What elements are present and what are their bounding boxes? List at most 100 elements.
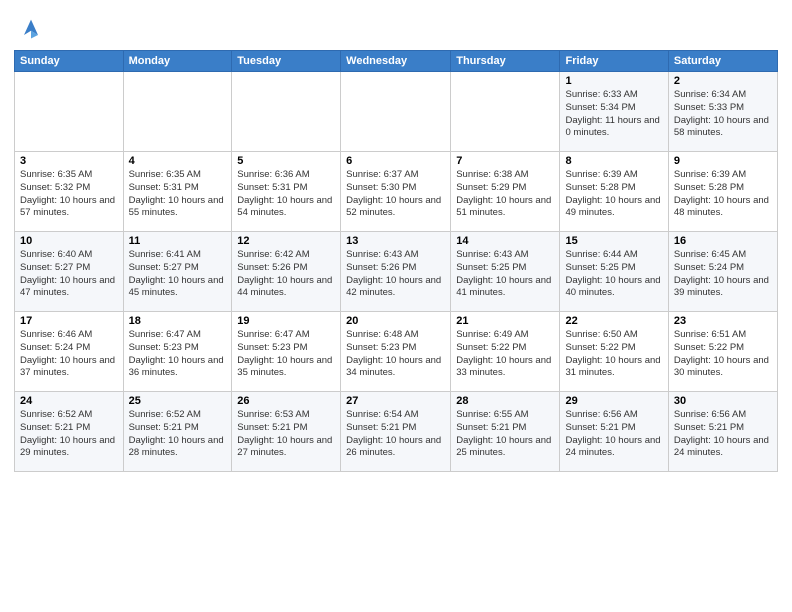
- day-info: Sunrise: 6:40 AMSunset: 5:27 PMDaylight:…: [20, 249, 118, 300]
- logo-icon: [17, 14, 45, 42]
- day-number: 20: [346, 315, 445, 327]
- day-number: 9: [674, 155, 772, 167]
- logo: [14, 14, 45, 42]
- calendar-cell-w4d1: 25Sunrise: 6:52 AMSunset: 5:21 PMDayligh…: [123, 392, 232, 472]
- calendar-cell-w0d5: 1 Sunrise: 6:33 AMSunset: 5:34 PMDaylight…: [560, 72, 668, 152]
- day-info: Sunrise: 6:38 AMSunset: 5:29 PMDaylight:…: [456, 169, 554, 220]
- day-number: 21: [456, 315, 554, 327]
- day-info: Sunrise: 6:37 AMSunset: 5:30 PMDaylight:…: [346, 169, 445, 220]
- day-info: Sunrise: 6:47 AMSunset: 5:23 PMDaylight:…: [237, 329, 335, 380]
- week-row-0: 1 Sunrise: 6:33 AMSunset: 5:34 PMDaylight…: [15, 72, 778, 152]
- day-info: Sunrise: 6:53 AMSunset: 5:21 PMDaylight:…: [237, 409, 335, 460]
- week-row-3: 17 Sunrise: 6:46 AMSunset: 5:24 PMDayligh…: [15, 312, 778, 392]
- day-info: Sunrise: 6:51 AMSunset: 5:22 PMDaylight:…: [674, 329, 772, 380]
- calendar-cell-w1d6: 9 Sunrise: 6:39 AMSunset: 5:28 PMDaylight…: [668, 152, 777, 232]
- day-number: 2: [674, 75, 772, 87]
- calendar-cell-w2d1: 11Sunrise: 6:41 AMSunset: 5:27 PMDayligh…: [123, 232, 232, 312]
- day-info: Sunrise: 6:36 AMSunset: 5:31 PMDaylight:…: [237, 169, 335, 220]
- day-number: 18: [129, 315, 227, 327]
- day-number: 26: [237, 395, 335, 407]
- day-info: Sunrise: 6:50 AMSunset: 5:22 PMDaylight:…: [565, 329, 662, 380]
- day-number: 25: [129, 395, 227, 407]
- day-number: 24: [20, 395, 118, 407]
- week-row-2: 10 Sunrise: 6:40 AMSunset: 5:27 PMDayligh…: [15, 232, 778, 312]
- day-info: Sunrise: 6:43 AMSunset: 5:25 PMDaylight:…: [456, 249, 554, 300]
- day-info: Sunrise: 6:49 AMSunset: 5:22 PMDaylight:…: [456, 329, 554, 380]
- calendar-cell-w3d6: 23 Sunrise: 6:51 AMSunset: 5:22 PMDayligh…: [668, 312, 777, 392]
- day-number: 1: [565, 75, 662, 87]
- calendar-cell-w4d5: 29 Sunrise: 6:56 AMSunset: 5:21 PMDayligh…: [560, 392, 668, 472]
- weekday-header-tuesday: Tuesday: [232, 51, 341, 72]
- day-info: Sunrise: 6:56 AMSunset: 5:21 PMDaylight:…: [674, 409, 772, 460]
- weekday-header-monday: Monday: [123, 51, 232, 72]
- day-info: Sunrise: 6:52 AMSunset: 5:21 PMDaylight:…: [20, 409, 118, 460]
- weekday-header-wednesday: Wednesday: [341, 51, 451, 72]
- day-number: 23: [674, 315, 772, 327]
- day-number: 13: [346, 235, 445, 247]
- week-row-1: 3 Sunrise: 6:35 AMSunset: 5:32 PMDaylight…: [15, 152, 778, 232]
- day-number: 10: [20, 235, 118, 247]
- day-info: Sunrise: 6:47 AMSunset: 5:23 PMDaylight:…: [129, 329, 227, 380]
- weekday-header-friday: Friday: [560, 51, 668, 72]
- calendar-cell-w0d3: [341, 72, 451, 152]
- day-info: Sunrise: 6:48 AMSunset: 5:23 PMDaylight:…: [346, 329, 445, 380]
- calendar-cell-w3d5: 22 Sunrise: 6:50 AMSunset: 5:22 PMDayligh…: [560, 312, 668, 392]
- calendar-cell-w3d4: 21 Sunrise: 6:49 AMSunset: 5:22 PMDayligh…: [451, 312, 560, 392]
- calendar-cell-w2d3: 13 Sunrise: 6:43 AMSunset: 5:26 PMDayligh…: [341, 232, 451, 312]
- day-number: 14: [456, 235, 554, 247]
- day-number: 11: [129, 235, 227, 247]
- calendar-cell-w1d2: 5 Sunrise: 6:36 AMSunset: 5:31 PMDaylight…: [232, 152, 341, 232]
- page: SundayMondayTuesdayWednesdayThursdayFrid…: [0, 0, 792, 612]
- day-info: Sunrise: 6:35 AMSunset: 5:32 PMDaylight:…: [20, 169, 118, 220]
- calendar-cell-w4d6: 30Sunrise: 6:56 AMSunset: 5:21 PMDayligh…: [668, 392, 777, 472]
- day-info: Sunrise: 6:34 AMSunset: 5:33 PMDaylight:…: [674, 89, 772, 140]
- day-info: Sunrise: 6:46 AMSunset: 5:24 PMDaylight:…: [20, 329, 118, 380]
- calendar-cell-w1d3: 6 Sunrise: 6:37 AMSunset: 5:30 PMDaylight…: [341, 152, 451, 232]
- calendar-cell-w4d2: 26 Sunrise: 6:53 AMSunset: 5:21 PMDayligh…: [232, 392, 341, 472]
- day-number: 15: [565, 235, 662, 247]
- calendar-cell-w2d2: 12 Sunrise: 6:42 AMSunset: 5:26 PMDayligh…: [232, 232, 341, 312]
- day-info: Sunrise: 6:55 AMSunset: 5:21 PMDaylight:…: [456, 409, 554, 460]
- day-number: 29: [565, 395, 662, 407]
- calendar-cell-w3d2: 19 Sunrise: 6:47 AMSunset: 5:23 PMDayligh…: [232, 312, 341, 392]
- day-info: Sunrise: 6:39 AMSunset: 5:28 PMDaylight:…: [674, 169, 772, 220]
- day-info: Sunrise: 6:33 AMSunset: 5:34 PMDaylight:…: [565, 89, 662, 140]
- day-info: Sunrise: 6:39 AMSunset: 5:28 PMDaylight:…: [565, 169, 662, 220]
- day-number: 3: [20, 155, 118, 167]
- calendar-cell-w1d0: 3 Sunrise: 6:35 AMSunset: 5:32 PMDaylight…: [15, 152, 124, 232]
- day-number: 7: [456, 155, 554, 167]
- day-number: 8: [565, 155, 662, 167]
- day-number: 22: [565, 315, 662, 327]
- calendar-cell-w2d5: 15 Sunrise: 6:44 AMSunset: 5:25 PMDayligh…: [560, 232, 668, 312]
- calendar-cell-w0d6: 2 Sunrise: 6:34 AMSunset: 5:33 PMDaylight…: [668, 72, 777, 152]
- day-number: 17: [20, 315, 118, 327]
- day-info: Sunrise: 6:44 AMSunset: 5:25 PMDaylight:…: [565, 249, 662, 300]
- calendar-cell-w2d0: 10 Sunrise: 6:40 AMSunset: 5:27 PMDayligh…: [15, 232, 124, 312]
- day-info: Sunrise: 6:43 AMSunset: 5:26 PMDaylight:…: [346, 249, 445, 300]
- calendar-cell-w4d0: 24 Sunrise: 6:52 AMSunset: 5:21 PMDayligh…: [15, 392, 124, 472]
- header: [14, 10, 778, 42]
- day-number: 4: [129, 155, 227, 167]
- week-row-4: 24 Sunrise: 6:52 AMSunset: 5:21 PMDayligh…: [15, 392, 778, 472]
- calendar-cell-w1d5: 8 Sunrise: 6:39 AMSunset: 5:28 PMDaylight…: [560, 152, 668, 232]
- weekday-header-saturday: Saturday: [668, 51, 777, 72]
- calendar-cell-w1d1: 4 Sunrise: 6:35 AMSunset: 5:31 PMDaylight…: [123, 152, 232, 232]
- day-number: 28: [456, 395, 554, 407]
- calendar-cell-w0d4: [451, 72, 560, 152]
- calendar-cell-w0d1: [123, 72, 232, 152]
- weekday-header-thursday: Thursday: [451, 51, 560, 72]
- day-number: 19: [237, 315, 335, 327]
- calendar-cell-w1d4: 7 Sunrise: 6:38 AMSunset: 5:29 PMDaylight…: [451, 152, 560, 232]
- calendar-cell-w4d4: 28 Sunrise: 6:55 AMSunset: 5:21 PMDayligh…: [451, 392, 560, 472]
- calendar-cell-w2d6: 16Sunrise: 6:45 AMSunset: 5:24 PMDayligh…: [668, 232, 777, 312]
- day-number: 16: [674, 235, 772, 247]
- day-info: Sunrise: 6:35 AMSunset: 5:31 PMDaylight:…: [129, 169, 227, 220]
- day-info: Sunrise: 6:42 AMSunset: 5:26 PMDaylight:…: [237, 249, 335, 300]
- day-number: 12: [237, 235, 335, 247]
- day-info: Sunrise: 6:54 AMSunset: 5:21 PMDaylight:…: [346, 409, 445, 460]
- day-number: 5: [237, 155, 335, 167]
- weekday-header-sunday: Sunday: [15, 51, 124, 72]
- day-number: 6: [346, 155, 445, 167]
- day-info: Sunrise: 6:56 AMSunset: 5:21 PMDaylight:…: [565, 409, 662, 460]
- calendar-cell-w3d3: 20 Sunrise: 6:48 AMSunset: 5:23 PMDayligh…: [341, 312, 451, 392]
